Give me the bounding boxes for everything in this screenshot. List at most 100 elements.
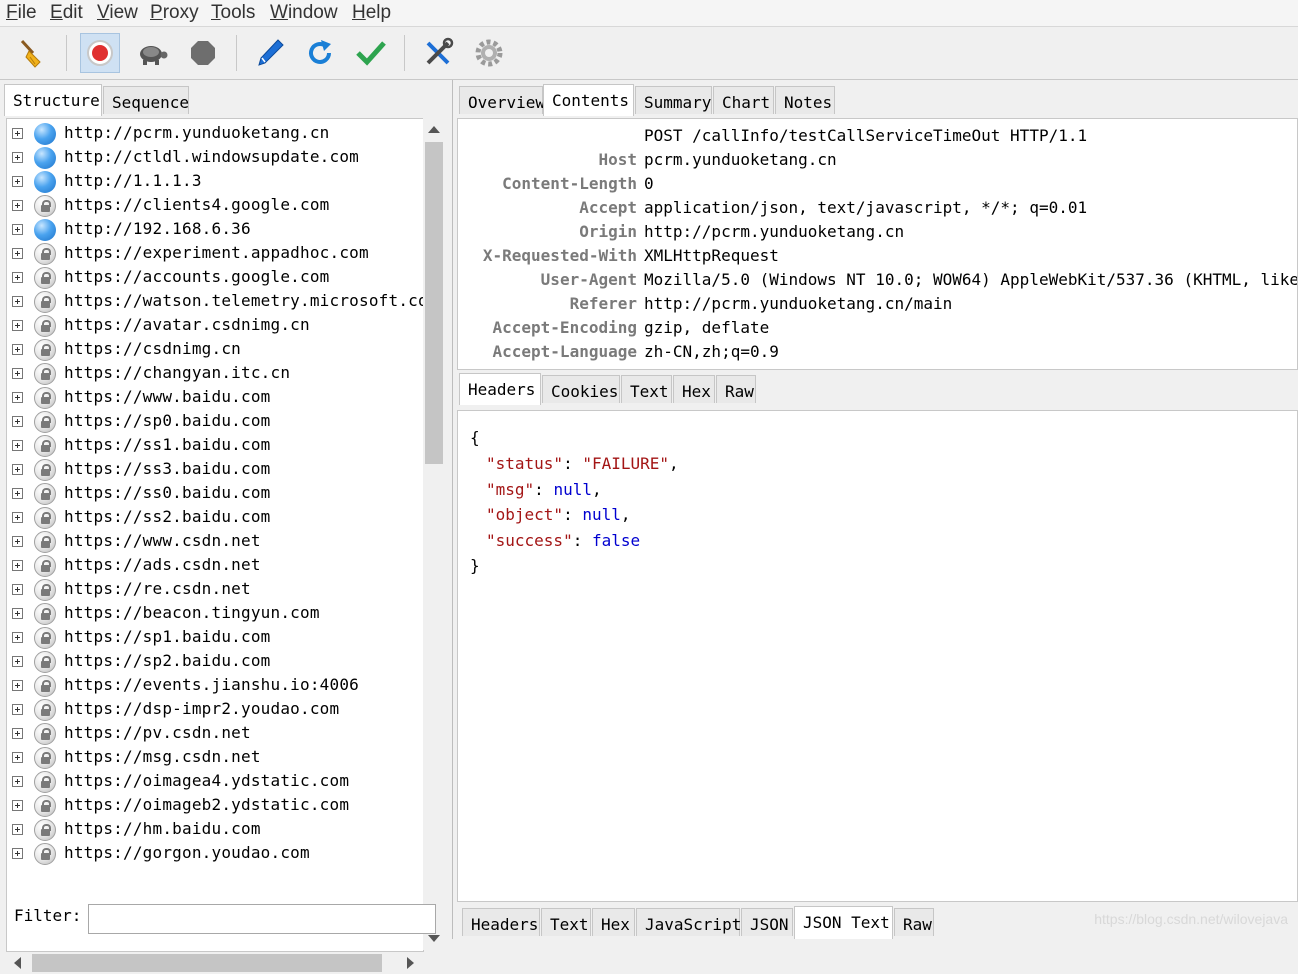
scroll-left-icon[interactable] [14, 957, 21, 969]
menu-edit[interactable]: Edit [50, 2, 83, 24]
tab-notes[interactable]: Notes [775, 86, 835, 114]
menu-view[interactable]: View [97, 2, 138, 24]
expand-icon[interactable] [12, 512, 23, 523]
tab-response-json-text[interactable]: JSON Text [794, 906, 893, 939]
menu-proxy[interactable]: Proxy [150, 2, 199, 24]
tab-sequence[interactable]: Sequence [103, 86, 189, 114]
tree-row[interactable]: https://pv.csdn.net [7, 722, 423, 746]
expand-icon[interactable] [12, 128, 23, 139]
tree-row[interactable]: http://pcrm.yunduoketang.cn [7, 122, 423, 146]
expand-icon[interactable] [12, 752, 23, 763]
compose-button[interactable] [250, 33, 290, 73]
expand-icon[interactable] [12, 704, 23, 715]
tree-row[interactable]: https://avatar.csdnimg.cn [7, 314, 423, 338]
expand-icon[interactable] [12, 656, 23, 667]
tree-row[interactable]: https://re.csdn.net [7, 578, 423, 602]
tree-row[interactable]: https://ss1.baidu.com [7, 434, 423, 458]
menu-help[interactable]: Help [352, 2, 391, 24]
validate-button[interactable] [351, 33, 391, 73]
tab-structure[interactable]: Structure [4, 84, 102, 116]
tree-row[interactable]: https://ss0.baidu.com [7, 482, 423, 506]
expand-icon[interactable] [12, 296, 23, 307]
menu-tools[interactable]: Tools [211, 2, 255, 24]
tree-row[interactable]: https://dsp-impr2.youdao.com [7, 698, 423, 722]
menu-file[interactable]: File [6, 2, 37, 24]
record-button[interactable] [80, 33, 120, 73]
expand-icon[interactable] [12, 728, 23, 739]
scrollbar-thumb[interactable] [425, 142, 443, 464]
tab-overview[interactable]: Overview [459, 86, 545, 114]
tree-row[interactable]: https://events.jianshu.io:4006 [7, 674, 423, 698]
expand-icon[interactable] [12, 416, 23, 427]
expand-icon[interactable] [12, 848, 23, 859]
tree-row[interactable]: https://watson.telemetry.microsoft.com [7, 290, 423, 314]
tree-row[interactable]: https://experiment.appadhoc.com [7, 242, 423, 266]
expand-icon[interactable] [12, 680, 23, 691]
scroll-right-icon[interactable] [407, 957, 414, 969]
settings-button[interactable] [469, 33, 509, 73]
clear-session-button[interactable] [12, 33, 52, 73]
vertical-scrollbar[interactable] [423, 118, 445, 950]
tab-request-cookies[interactable]: Cookies [542, 375, 620, 403]
tree-row[interactable]: https://www.baidu.com [7, 386, 423, 410]
expand-icon[interactable] [12, 536, 23, 547]
expand-icon[interactable] [12, 776, 23, 787]
expand-icon[interactable] [12, 800, 23, 811]
tree-row[interactable]: https://oimageb2.ydstatic.com [7, 794, 423, 818]
tree-row[interactable]: https://www.csdn.net [7, 530, 423, 554]
tree-row[interactable]: https://ads.csdn.net [7, 554, 423, 578]
filter-input[interactable] [88, 904, 436, 934]
expand-icon[interactable] [12, 632, 23, 643]
tab-response-hex[interactable]: Hex [592, 908, 635, 936]
expand-icon[interactable] [12, 824, 23, 835]
host-tree[interactable]: http://pcrm.yunduoketang.cn http://ctldl.… [6, 118, 424, 952]
expand-icon[interactable] [12, 152, 23, 163]
tree-row[interactable]: https://gorgon.youdao.com [7, 842, 423, 866]
response-body-panel[interactable]: { "status": "FAILURE", "msg": null, "objec… [457, 410, 1298, 902]
tab-request-raw[interactable]: Raw [716, 375, 756, 403]
tree-row[interactable]: http://192.168.6.36 [7, 218, 423, 242]
tab-request-headers[interactable]: Headers [459, 373, 541, 405]
tab-response-json[interactable]: JSON [741, 908, 793, 936]
tree-row[interactable]: https://sp0.baidu.com [7, 410, 423, 434]
expand-icon[interactable] [12, 224, 23, 235]
tab-request-text[interactable]: Text [621, 375, 672, 403]
menu-window[interactable]: Window [270, 2, 338, 24]
tab-summary[interactable]: Summary [635, 86, 712, 114]
expand-icon[interactable] [12, 320, 23, 331]
tree-row[interactable]: http://ctldl.windowsupdate.com [7, 146, 423, 170]
tree-row[interactable]: https://accounts.google.com [7, 266, 423, 290]
tree-row[interactable]: https://oimagea4.ydstatic.com [7, 770, 423, 794]
tree-row[interactable]: https://hm.baidu.com [7, 818, 423, 842]
tab-contents[interactable]: Contents [543, 84, 634, 116]
throttle-button[interactable] [132, 33, 172, 73]
tree-row[interactable]: https://ss2.baidu.com [7, 506, 423, 530]
expand-icon[interactable] [12, 176, 23, 187]
tree-row[interactable]: https://sp2.baidu.com [7, 650, 423, 674]
tree-row[interactable]: https://clients4.google.com [7, 194, 423, 218]
tree-row[interactable]: http://1.1.1.3 [7, 170, 423, 194]
tab-chart[interactable]: Chart [713, 86, 774, 114]
expand-icon[interactable] [12, 488, 23, 499]
tree-row[interactable]: https://ss3.baidu.com [7, 458, 423, 482]
tree-row[interactable]: https://csdnimg.cn [7, 338, 423, 362]
repeat-button[interactable] [300, 33, 340, 73]
tab-response-headers[interactable]: Headers [462, 908, 540, 936]
expand-icon[interactable] [12, 392, 23, 403]
expand-icon[interactable] [12, 464, 23, 475]
expand-icon[interactable] [12, 584, 23, 595]
expand-icon[interactable] [12, 248, 23, 259]
request-headers-panel[interactable]: POST /callInfo/testCallServiceTimeOut HT… [457, 118, 1298, 370]
expand-icon[interactable] [12, 344, 23, 355]
tab-response-text[interactable]: Text [541, 908, 591, 936]
expand-icon[interactable] [12, 560, 23, 571]
horizontal-scrollbar[interactable] [6, 952, 422, 974]
expand-icon[interactable] [12, 368, 23, 379]
tree-row[interactable]: https://msg.csdn.net [7, 746, 423, 770]
tab-response-raw[interactable]: Raw [894, 908, 934, 936]
expand-icon[interactable] [12, 272, 23, 283]
expand-icon[interactable] [12, 608, 23, 619]
stop-button[interactable] [183, 33, 223, 73]
expand-icon[interactable] [12, 200, 23, 211]
tab-response-javascript[interactable]: JavaScript [636, 908, 741, 936]
